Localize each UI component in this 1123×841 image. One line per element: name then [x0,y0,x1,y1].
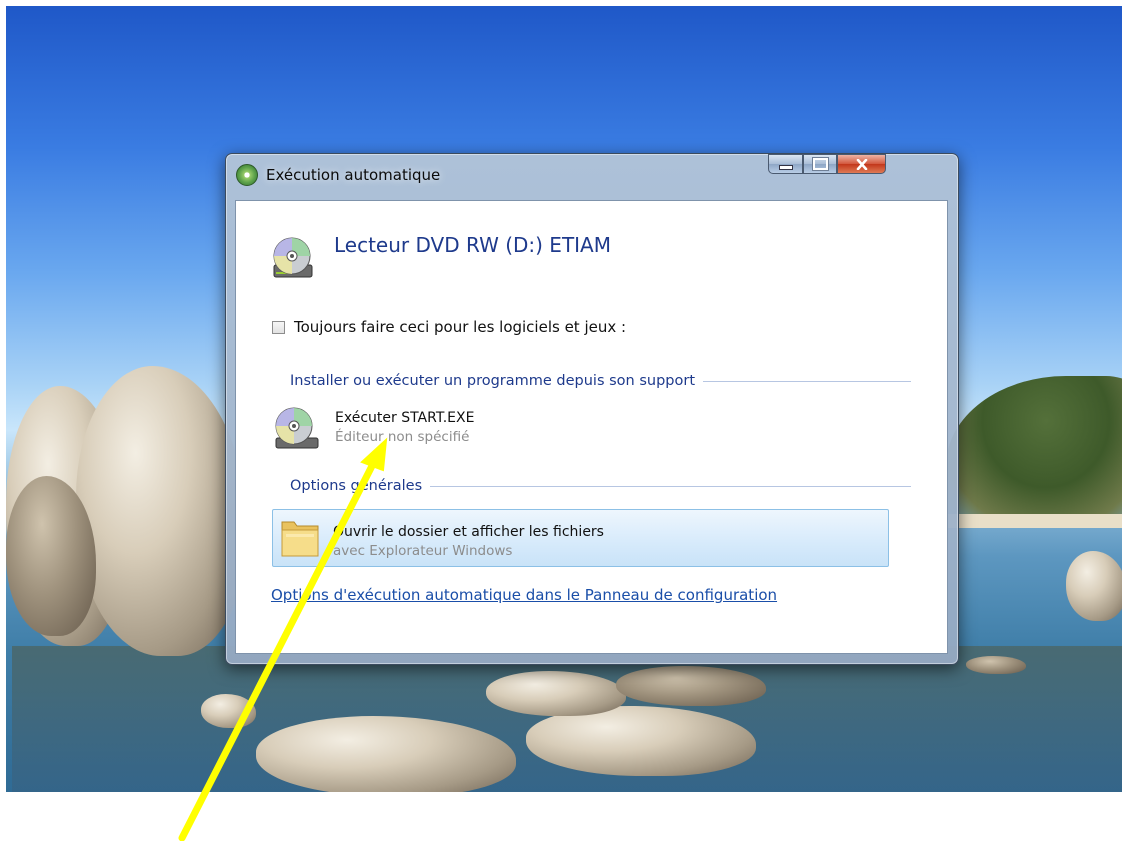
always-do-checkbox[interactable] [272,321,285,334]
close-button[interactable] [837,154,886,174]
control-panel-link[interactable]: Options d'exécution automatique dans le … [271,586,777,604]
autoplay-window: Exécution automatique Lecteur DVD RW (D:… [225,153,959,665]
maximize-button[interactable] [803,154,837,174]
maximize-icon [811,157,829,171]
close-icon [856,158,867,170]
dialog-content: Lecteur DVD RW (D:) ETIAM Toujours faire… [235,200,948,654]
window-title: Exécution automatique [266,166,441,184]
autoplay-icon [236,164,258,186]
folder-icon [281,521,319,557]
wallpaper-hill [946,376,1122,526]
group-heading-install: Installer ou exécuter un programme depui… [290,373,696,389]
option-title: Ouvrir le dossier et afficher les fichie… [333,524,604,540]
open-folder-option[interactable]: Ouvrir le dossier et afficher les fichie… [272,509,889,567]
option-subtitle: Éditeur non spécifié [335,429,470,445]
option-title: Exécuter START.EXE [335,410,475,426]
wallpaper-rock [76,366,246,656]
wallpaper-rock [201,694,256,728]
group-divider [430,486,911,487]
wallpaper-rock [966,656,1026,674]
group-heading-general: Options générales [290,478,423,494]
always-do-label[interactable]: Toujours faire ceci pour les logiciels e… [294,318,626,336]
option-subtitle: avec Explorateur Windows [333,543,513,559]
dvd-drive-icon [273,237,313,278]
group-divider [703,381,911,382]
minimize-icon [778,164,793,170]
wallpaper-rock [1066,551,1122,621]
wallpaper-beach [946,514,1122,528]
dvd-disc-icon [275,407,319,449]
title-bar[interactable]: Exécution automatique [226,154,958,199]
wallpaper-rock [616,666,766,706]
minimize-button[interactable] [768,154,803,174]
drive-title: Lecteur DVD RW (D:) ETIAM [334,233,611,257]
run-start-exe-option[interactable]: Exécuter START.EXE Éditeur non spécifié [274,406,704,456]
